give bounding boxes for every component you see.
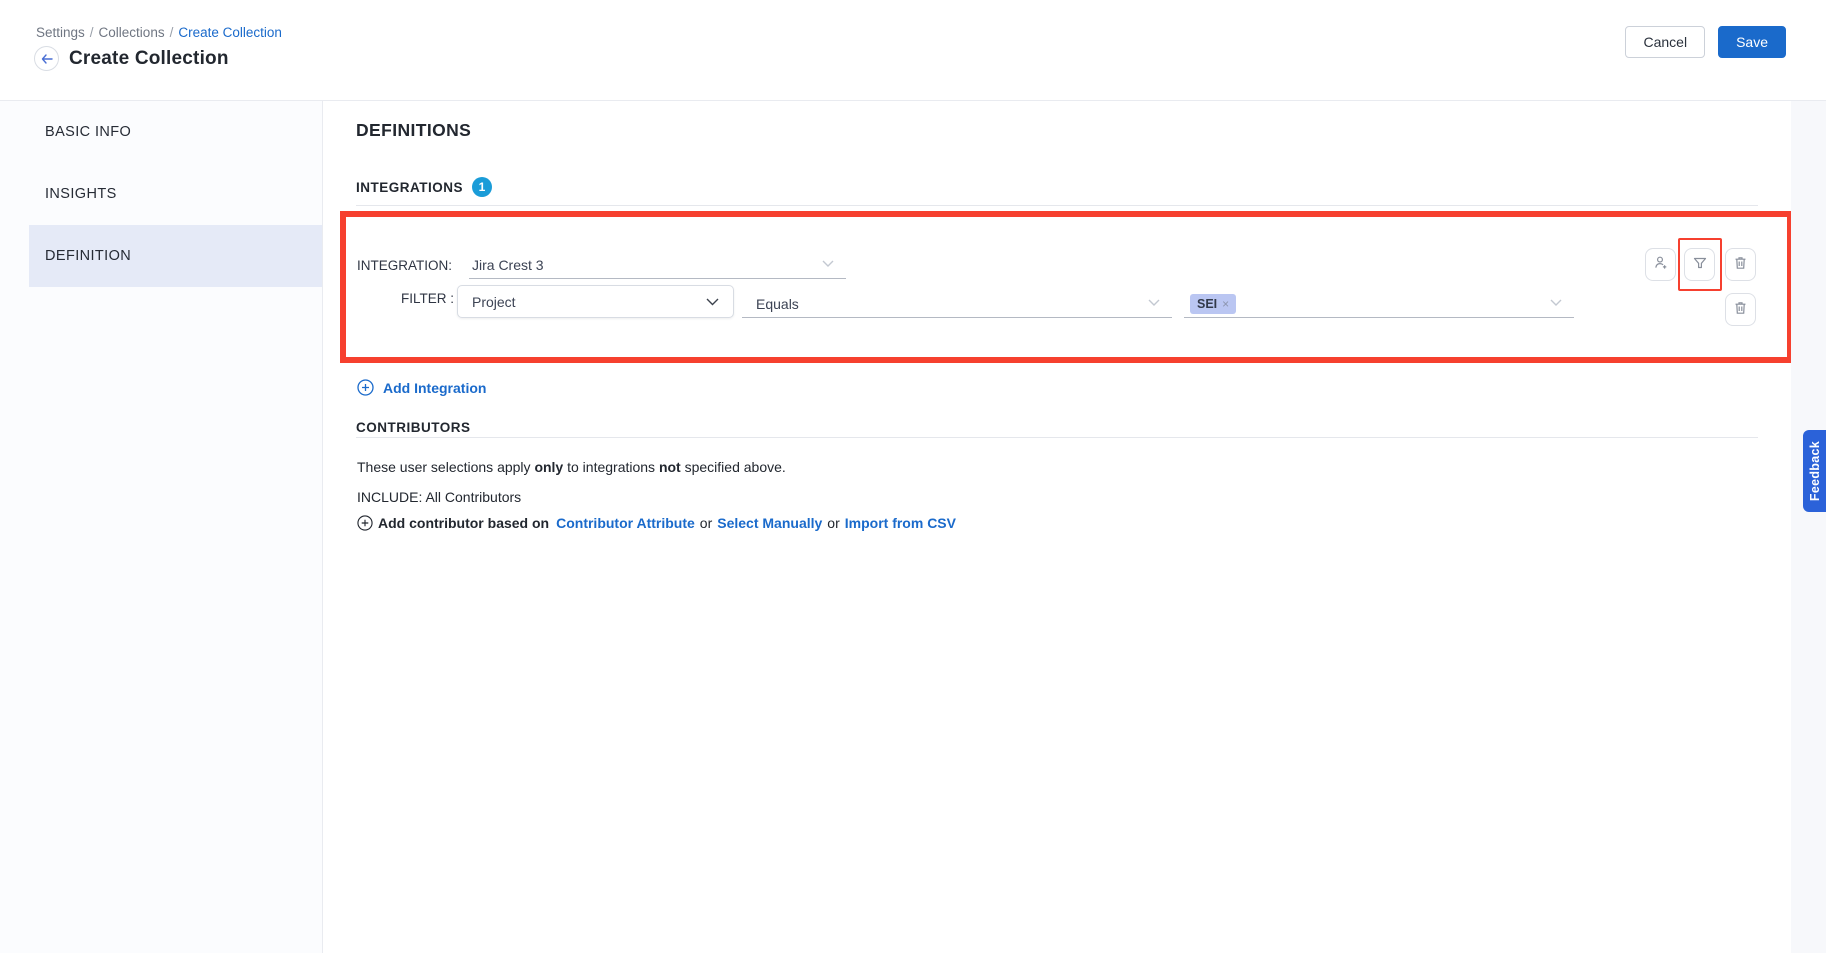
integrations-heading: INTEGRATIONS: [356, 180, 463, 195]
arrow-left-icon: [41, 54, 53, 64]
create-collection-page: Settings / Collections / Create Collection C…: [0, 0, 1826, 953]
filter-operator-select[interactable]: Equals: [742, 290, 1172, 318]
breadcrumb-separator: /: [170, 25, 174, 40]
contributors-note: These user selections apply only to inte…: [357, 459, 786, 475]
definitions-title: DEFINITIONS: [356, 120, 471, 141]
note-text: These user selections apply: [357, 459, 534, 475]
delete-filter-button[interactable]: [1725, 293, 1756, 326]
filter-values-select[interactable]: SEI ×: [1184, 290, 1574, 318]
or-text: or: [700, 515, 712, 531]
chevron-down-icon: [1550, 299, 1562, 306]
note-bold-only: only: [534, 459, 563, 475]
filter-icon: [1692, 255, 1708, 274]
filter-field-select[interactable]: Project: [457, 285, 734, 318]
annotation-highlight-box: INTEGRATION: Jira Crest 3 FILTER : Proje…: [340, 211, 1793, 363]
page-gutter: [1791, 101, 1826, 953]
note-text: to integrations: [563, 459, 659, 475]
filter-operator-value: Equals: [742, 296, 799, 312]
integration-label: INTEGRATION:: [357, 258, 457, 273]
contributors-heading: CONTRIBUTORS: [356, 420, 471, 435]
header-actions: Cancel Save: [1625, 26, 1786, 58]
sidebar-item-definition[interactable]: DEFINITION: [29, 225, 322, 287]
chevron-down-icon: [822, 260, 834, 267]
breadcrumb-settings[interactable]: Settings: [36, 25, 85, 40]
add-integration-button[interactable]: Add Integration: [357, 379, 486, 396]
include-contributors-line: INCLUDE: All Contributors: [357, 489, 521, 505]
breadcrumb-separator: /: [90, 25, 94, 40]
save-button[interactable]: Save: [1718, 26, 1786, 58]
feedback-tab-label: Feedback: [1808, 441, 1822, 501]
sidebar-item-insights[interactable]: INSIGHTS: [0, 163, 322, 225]
filter-field-value: Project: [472, 294, 516, 310]
add-contributor-row: Add contributor based on Contributor Att…: [357, 515, 956, 531]
breadcrumb-collections[interactable]: Collections: [99, 25, 165, 40]
note-text: specified above.: [681, 459, 786, 475]
chevron-down-icon: [706, 298, 719, 306]
breadcrumb-current[interactable]: Create Collection: [178, 25, 282, 40]
plus-circle-icon: [357, 379, 374, 396]
chip-label: SEI: [1197, 297, 1217, 311]
integrations-count-badge: 1: [472, 177, 492, 197]
delete-integration-button[interactable]: [1725, 248, 1756, 281]
filter-button[interactable]: [1684, 248, 1715, 281]
page-title: Create Collection: [69, 48, 229, 70]
integration-card: INTEGRATION: Jira Crest 3 FILTER : Proje…: [346, 217, 1787, 357]
or-text: or: [827, 515, 839, 531]
integration-select[interactable]: Jira Crest 3: [469, 251, 846, 279]
note-bold-not: not: [659, 459, 681, 475]
contributor-attribute-link[interactable]: Contributor Attribute: [556, 515, 695, 531]
definition-panel: DEFINITIONS INTEGRATIONS 1 INTEGRATION: …: [324, 101, 1826, 953]
import-from-csv-link[interactable]: Import from CSV: [845, 515, 956, 531]
integrations-heading-row: INTEGRATIONS 1: [356, 177, 492, 197]
breadcrumb: Settings / Collections / Create Collection: [36, 25, 282, 40]
add-contributor-prefix: Add contributor based on: [378, 515, 549, 531]
chevron-down-icon: [1148, 299, 1160, 306]
filter-value-chip: SEI ×: [1190, 294, 1236, 314]
plus-circle-icon: [357, 515, 373, 531]
add-integration-label: Add Integration: [383, 380, 486, 396]
trash-icon: [1733, 300, 1748, 319]
cancel-button[interactable]: Cancel: [1625, 26, 1705, 58]
page-header: Settings / Collections / Create Collection C…: [0, 0, 1826, 101]
trash-icon: [1733, 255, 1748, 274]
chip-remove-icon[interactable]: ×: [1222, 297, 1229, 311]
integration-select-value: Jira Crest 3: [469, 257, 544, 273]
select-manually-link[interactable]: Select Manually: [717, 515, 822, 531]
sidebar-item-basic-info[interactable]: BASIC INFO: [0, 101, 322, 163]
add-user-button[interactable]: [1645, 248, 1676, 281]
back-button[interactable]: [34, 46, 59, 71]
title-row: Create Collection: [34, 46, 229, 71]
divider: [356, 205, 1758, 206]
add-user-icon: [1653, 255, 1669, 274]
feedback-tab[interactable]: Feedback: [1803, 430, 1826, 512]
settings-sidebar: BASIC INFO INSIGHTS DEFINITION: [0, 101, 323, 953]
filter-label: FILTER :: [357, 291, 454, 306]
divider: [356, 437, 1758, 438]
